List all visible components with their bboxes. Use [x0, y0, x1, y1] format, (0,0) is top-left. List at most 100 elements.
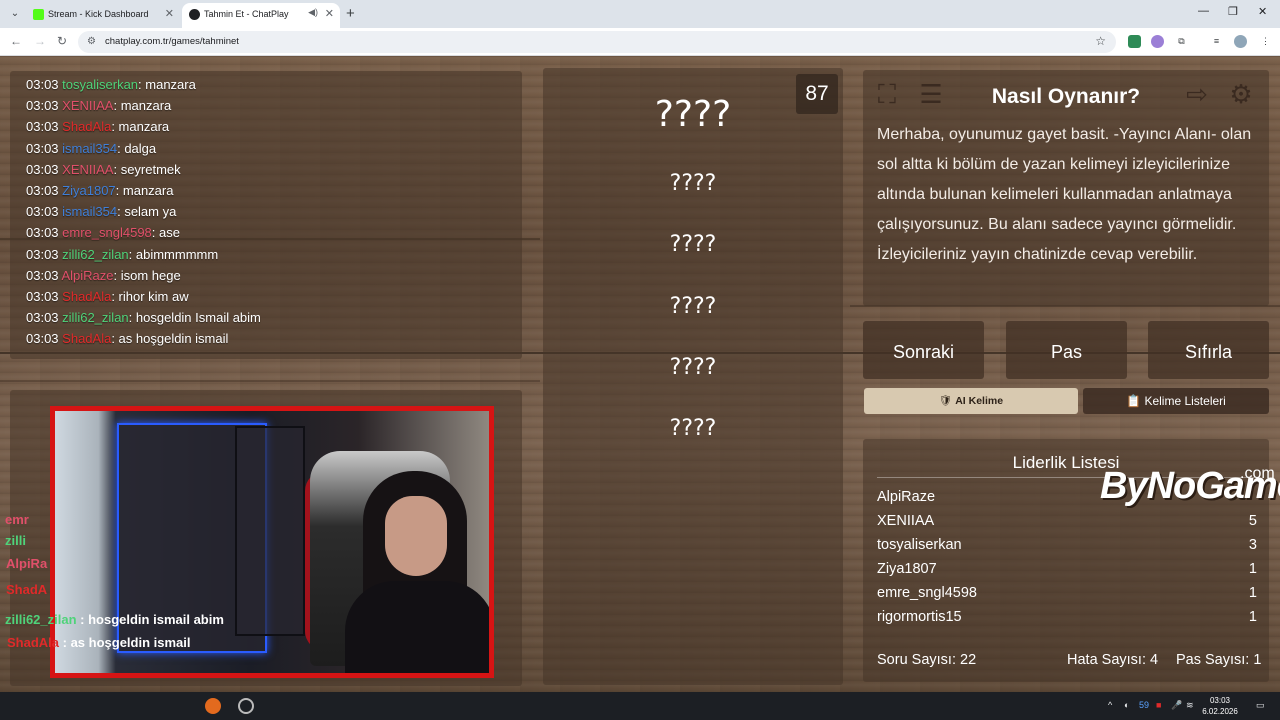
player-score: 3 — [1248, 537, 1257, 553]
tray-chevron-icon[interactable]: ^ — [1108, 700, 1112, 710]
streamer — [345, 461, 489, 673]
forbidden-word: ???? — [669, 355, 717, 380]
extension-purple-icon[interactable] — [1151, 35, 1164, 48]
chat-text: : hosgeldin Ismail abim — [128, 310, 261, 326]
overlay-username: zilli62_zilan — [5, 612, 77, 627]
tab-search-icon[interactable]: ⌄ — [6, 5, 24, 23]
extensions-puzzle-icon[interactable]: ⧉ — [1175, 35, 1188, 48]
speaker-icon[interactable]: ◀) — [308, 7, 318, 18]
app-icon[interactable] — [205, 698, 221, 714]
chat-message: 03:03 ShadAla: manzara — [26, 119, 169, 134]
profile-avatar-icon[interactable] — [1234, 35, 1247, 48]
overlay-chat-line: zilli62_zilan : hosgeldin ismail abim — [5, 612, 224, 627]
url-text[interactable]: chatplay.com.tr/games/tahminet — [105, 36, 239, 47]
player-name: Ziya1807 — [877, 561, 937, 577]
chat-username[interactable]: ShadAla — [62, 119, 111, 134]
tray-counter[interactable]: 59 — [1139, 700, 1149, 710]
next-button[interactable]: Sonraki — [863, 321, 984, 379]
chat-username[interactable]: ismail354 — [62, 204, 117, 219]
tray-app-icon[interactable]: ◐ — [1124, 700, 1129, 710]
body — [345, 581, 489, 673]
player-score: 1 — [1248, 585, 1257, 601]
chat-panel: 03:03 tosyaliserkan: manzara 03:03 XENIIA… — [10, 71, 522, 359]
forbidden-word: ???? — [669, 171, 717, 196]
chat-time: 03:03 — [26, 119, 59, 135]
chat-username[interactable]: ShadAla — [62, 289, 111, 304]
tab-chatplay[interactable]: Tahmin Et - ChatPlay ◀) ✕ — [182, 3, 340, 28]
close-window-icon[interactable]: ✕ — [1258, 5, 1267, 18]
overlay-chat-line: emr — [5, 512, 29, 527]
close-tab-icon[interactable]: ✕ — [325, 7, 334, 20]
address-bar[interactable]: ⚙ chatplay.com.tr/games/tahminet ☆ — [78, 31, 1116, 53]
reset-button[interactable]: Sıfırla — [1148, 321, 1269, 379]
chat-username[interactable]: ShadAla — [62, 331, 111, 346]
chat-message: 03:03 tosyaliserkan: manzara — [26, 77, 196, 92]
ai-word-label: AI Kelime — [955, 395, 1004, 407]
chat-time: 03:03 — [26, 225, 59, 241]
chat-text: : manzara — [113, 98, 172, 114]
restore-icon[interactable]: ❐ — [1228, 5, 1238, 18]
forbidden-word: ???? — [669, 416, 717, 441]
chat-username[interactable]: zilli62_zilan — [62, 247, 128, 262]
microphone-icon[interactable]: 🎤 — [1171, 700, 1182, 711]
media-controls-icon[interactable]: ≡ — [1210, 35, 1223, 48]
extension-green-icon[interactable] — [1128, 35, 1141, 48]
chat-message: 03:03 ShadAla: as hoşgeldin ismail — [26, 331, 228, 346]
pass-button[interactable]: Pas — [1006, 321, 1127, 379]
back-icon[interactable]: ← — [10, 34, 22, 48]
chat-message: 03:03 zilli62_zilan: hosgeldin Ismail ab… — [26, 310, 261, 325]
word-panel: ???? ???? ???? ???? ???? ???? — [543, 68, 843, 685]
clock-date: 6.02.2026 — [1202, 707, 1238, 716]
chat-username[interactable]: emre_sngl4598 — [62, 225, 152, 240]
forward-icon[interactable]: → — [34, 34, 46, 48]
chat-time: 03:03 — [26, 77, 59, 92]
minimize-icon[interactable]: — — [1198, 5, 1209, 17]
chat-time: 03:03 — [26, 183, 59, 198]
chat-username[interactable]: Ziya1807 — [62, 183, 115, 198]
bookmark-star-icon[interactable]: ☆ — [1095, 34, 1106, 48]
tray-app-icon[interactable]: ■ — [1156, 700, 1161, 710]
more-menu-icon[interactable]: ⋮ — [1259, 35, 1272, 48]
tab-kick-dashboard[interactable]: Stream - Kick Dashboard ✕ — [26, 3, 180, 28]
chat-message: 03:03 XENIIAA: manzara — [26, 98, 171, 113]
player-name: emre_sngl4598 — [877, 585, 977, 601]
chat-text: : dalga — [117, 140, 157, 156]
robot-icon: 🛡 — [938, 395, 953, 407]
chat-time: 03:03 — [26, 289, 59, 304]
chat-username[interactable]: tosyaliserkan — [62, 77, 138, 92]
forbidden-word: ???? — [669, 232, 717, 257]
app-icon[interactable] — [238, 698, 254, 714]
word-lists-button[interactable]: 📋 Kelime Listeleri — [1083, 388, 1269, 414]
ai-word-button[interactable]: 🛡 AI Kelime — [864, 388, 1078, 414]
overlay-username: AlpiRa — [6, 556, 48, 571]
chat-message: 03:03 ismail354: dalga — [26, 141, 156, 156]
forbidden-word: ???? — [669, 294, 717, 319]
chat-time: 03:03 — [26, 204, 59, 220]
notifications-icon[interactable]: ▭ — [1256, 700, 1265, 711]
chat-message: 03:03 AlpiRaze: isom hege — [26, 268, 181, 283]
chat-time: 03:03 — [26, 140, 59, 156]
reload-icon[interactable]: ↻ — [57, 34, 67, 48]
chat-username[interactable]: AlpiRaze — [61, 268, 113, 283]
clipboard-icon: 📋 — [1126, 394, 1142, 408]
exit-icon[interactable]: ⇨ — [1181, 78, 1213, 110]
taskbar-clock[interactable]: 03:03 6.02.2026 — [1200, 695, 1240, 717]
chat-username[interactable]: XENIIAA — [62, 162, 113, 177]
browser-tab-bar: ⌄ Stream - Kick Dashboard ✕ Tahmin Et - … — [0, 0, 1280, 28]
game-page: 03:03 tosyaliserkan: manzara 03:03 XENIIA… — [0, 57, 1280, 692]
chat-time: 03:03 — [26, 246, 59, 262]
new-tab-icon[interactable]: + — [346, 5, 355, 22]
chat-message: 03:03 XENIIAA: seyretmek — [26, 162, 181, 177]
chat-username[interactable]: zilli62_zilan — [62, 310, 128, 325]
site-info-icon[interactable]: ⚙ — [87, 36, 96, 47]
plank-divider — [0, 380, 540, 382]
chat-username[interactable]: XENIIAA — [62, 98, 113, 113]
chat-time: 03:03 — [26, 161, 59, 177]
close-tab-icon[interactable]: ✕ — [165, 7, 174, 20]
clock-time: 03:03 — [1209, 696, 1231, 705]
settings-gear-icon[interactable]: ⚙ — [1225, 78, 1257, 110]
overlay-username: ShadAla — [7, 635, 60, 650]
tab-title: Stream - Kick Dashboard — [48, 9, 149, 19]
wifi-icon[interactable]: ≋ — [1186, 700, 1194, 711]
chat-username[interactable]: ismail354 — [62, 141, 117, 156]
